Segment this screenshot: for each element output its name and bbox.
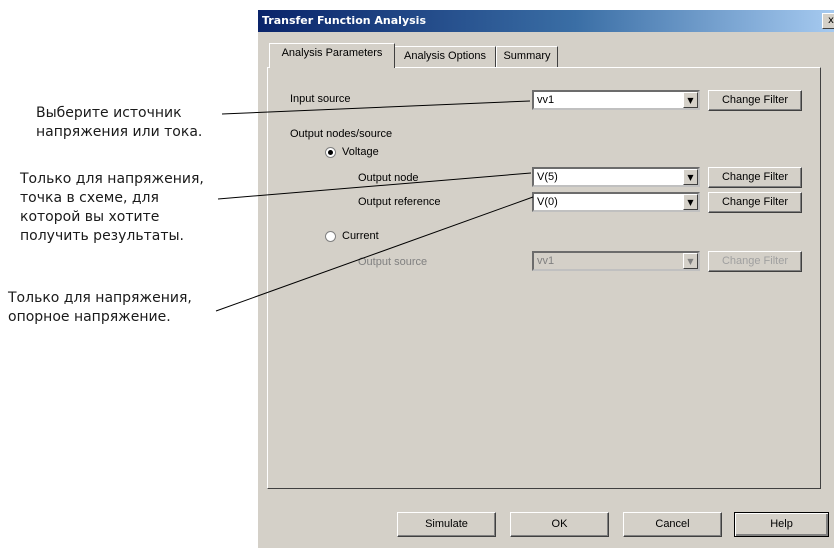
annotation-output-node-line2: точка в схеме, для bbox=[20, 190, 159, 206]
chevron-down-icon[interactable]: ▼ bbox=[683, 92, 698, 108]
output-reference-value: V(0) bbox=[537, 196, 558, 208]
close-button[interactable]: x bbox=[822, 13, 834, 29]
simulate-button[interactable]: Simulate bbox=[397, 512, 496, 537]
annotation-input-source-line2: напряжения или тока. bbox=[36, 124, 203, 140]
dialog-title: Transfer Function Analysis bbox=[262, 14, 426, 27]
tab-analysis-parameters[interactable]: Analysis Parameters bbox=[269, 43, 395, 68]
chevron-down-icon[interactable]: ▼ bbox=[683, 194, 698, 210]
input-source-label: Input source bbox=[290, 93, 351, 105]
output-node-label: Output node bbox=[358, 172, 419, 184]
output-reference-select[interactable]: V(0) ▼ bbox=[532, 192, 700, 212]
output-node-select[interactable]: V(5) ▼ bbox=[532, 167, 700, 187]
output-reference-change-filter-button[interactable]: Change Filter bbox=[708, 192, 802, 213]
annotation-input-source-line1: Выберите источник bbox=[36, 105, 182, 121]
title-bar[interactable]: Transfer Function Analysis x bbox=[258, 10, 834, 32]
tab-summary[interactable]: Summary bbox=[496, 46, 558, 67]
chevron-down-icon[interactable]: ▼ bbox=[683, 169, 698, 185]
tab-analysis-options[interactable]: Analysis Options bbox=[394, 46, 496, 67]
current-radio[interactable] bbox=[325, 231, 336, 242]
ok-button[interactable]: OK bbox=[510, 512, 609, 537]
output-source-change-filter-button[interactable]: Change Filter bbox=[708, 251, 802, 272]
output-node-change-filter-button[interactable]: Change Filter bbox=[708, 167, 802, 188]
input-source-change-filter-button[interactable]: Change Filter bbox=[708, 90, 802, 111]
transfer-function-dialog: Transfer Function Analysis x Analysis Pa… bbox=[258, 10, 834, 548]
analysis-parameters-panel: Input source vv1 ▼ Change Filter Output … bbox=[267, 67, 821, 489]
output-reference-label: Output reference bbox=[358, 196, 441, 208]
input-source-value: vv1 bbox=[537, 94, 555, 106]
input-source-select[interactable]: vv1 ▼ bbox=[532, 90, 700, 110]
annotation-output-node-line3: которой вы хотите bbox=[20, 209, 160, 225]
cancel-button[interactable]: Cancel bbox=[623, 512, 722, 537]
chevron-down-icon[interactable]: ▼ bbox=[683, 253, 698, 269]
output-node-value: V(5) bbox=[537, 171, 558, 183]
output-source-value: vv1 bbox=[537, 255, 555, 267]
output-source-label: Output source bbox=[358, 256, 428, 268]
output-nodes-source-label: Output nodes/source bbox=[290, 128, 393, 140]
current-label: Current bbox=[342, 230, 379, 242]
annotation-output-node-line1: Только для напряжения, bbox=[20, 171, 204, 187]
help-button[interactable]: Help bbox=[734, 512, 829, 537]
voltage-radio[interactable] bbox=[325, 147, 336, 158]
annotation-output-reference-line1: Только для напряжения, bbox=[8, 290, 192, 306]
annotation-output-reference-line2: опорное напряжение. bbox=[8, 309, 171, 325]
voltage-label: Voltage bbox=[342, 146, 379, 158]
annotation-output-node-line4: получить результаты. bbox=[20, 228, 185, 244]
output-source-select[interactable]: vv1 ▼ bbox=[532, 251, 700, 271]
